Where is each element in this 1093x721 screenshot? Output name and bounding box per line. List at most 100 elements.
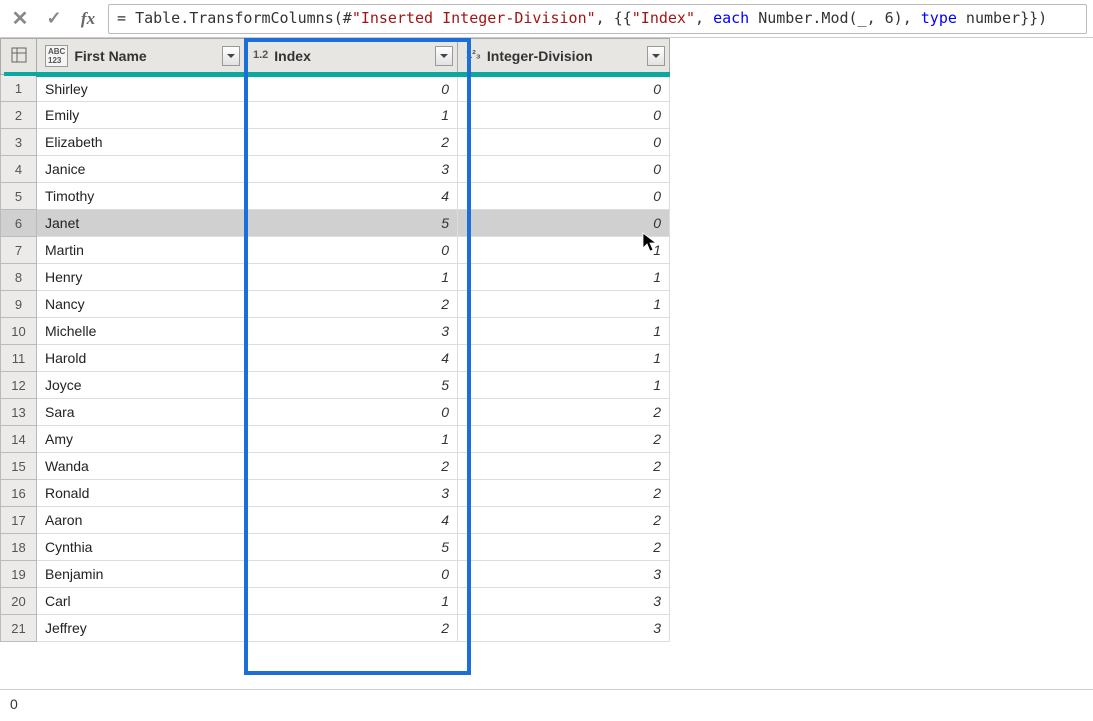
cell-index[interactable]: 3: [245, 156, 458, 183]
cell-first-name[interactable]: Timothy: [37, 183, 245, 210]
table-row[interactable]: 1Shirley00: [1, 75, 670, 102]
row-number[interactable]: 1: [1, 75, 37, 102]
confirm-icon[interactable]: ✓: [40, 5, 68, 33]
cell-index[interactable]: 5: [245, 372, 458, 399]
row-number[interactable]: 16: [1, 480, 37, 507]
cell-integer-division[interactable]: 2: [458, 507, 670, 534]
row-number[interactable]: 6: [1, 210, 37, 237]
cell-integer-division[interactable]: 0: [458, 183, 670, 210]
table-row[interactable]: 9Nancy21: [1, 291, 670, 318]
cell-index[interactable]: 1: [245, 588, 458, 615]
cell-first-name[interactable]: Janet: [37, 210, 245, 237]
table-row[interactable]: 19Benjamin03: [1, 561, 670, 588]
cell-integer-division[interactable]: 1: [458, 372, 670, 399]
cell-first-name[interactable]: Henry: [37, 264, 245, 291]
cell-integer-division[interactable]: 3: [458, 561, 670, 588]
cell-first-name[interactable]: Shirley: [37, 75, 245, 102]
row-number[interactable]: 5: [1, 183, 37, 210]
cell-index[interactable]: 2: [245, 453, 458, 480]
cell-first-name[interactable]: Jeffrey: [37, 615, 245, 642]
cell-index[interactable]: 5: [245, 210, 458, 237]
cell-index[interactable]: 2: [245, 615, 458, 642]
table-row[interactable]: 14Amy12: [1, 426, 670, 453]
table-row[interactable]: 18Cynthia52: [1, 534, 670, 561]
cell-integer-division[interactable]: 0: [458, 156, 670, 183]
cell-first-name[interactable]: Sara: [37, 399, 245, 426]
table-row[interactable]: 3Elizabeth20: [1, 129, 670, 156]
row-number[interactable]: 20: [1, 588, 37, 615]
row-number[interactable]: 13: [1, 399, 37, 426]
row-number[interactable]: 10: [1, 318, 37, 345]
cell-first-name[interactable]: Carl: [37, 588, 245, 615]
table-corner[interactable]: [1, 39, 37, 75]
row-number[interactable]: 14: [1, 426, 37, 453]
table-row[interactable]: 21Jeffrey23: [1, 615, 670, 642]
column-filter-dropdown[interactable]: [647, 46, 665, 66]
table-row[interactable]: 7Martin01: [1, 237, 670, 264]
cell-first-name[interactable]: Martin: [37, 237, 245, 264]
row-number[interactable]: 21: [1, 615, 37, 642]
cell-integer-division[interactable]: 1: [458, 318, 670, 345]
cell-index[interactable]: 1: [245, 426, 458, 453]
row-number[interactable]: 18: [1, 534, 37, 561]
column-header-index[interactable]: 1.2 Index: [245, 39, 458, 75]
cell-first-name[interactable]: Janice: [37, 156, 245, 183]
cell-index[interactable]: 0: [245, 561, 458, 588]
row-number[interactable]: 3: [1, 129, 37, 156]
cell-index[interactable]: 1: [245, 102, 458, 129]
table-row[interactable]: 5Timothy40: [1, 183, 670, 210]
table-row[interactable]: 2Emily10: [1, 102, 670, 129]
table-row[interactable]: 8Henry11: [1, 264, 670, 291]
cell-index[interactable]: 3: [245, 318, 458, 345]
row-number[interactable]: 17: [1, 507, 37, 534]
cell-integer-division[interactable]: 1: [458, 291, 670, 318]
cell-first-name[interactable]: Harold: [37, 345, 245, 372]
cell-integer-division[interactable]: 3: [458, 615, 670, 642]
cell-integer-division[interactable]: 2: [458, 426, 670, 453]
table-row[interactable]: 11Harold41: [1, 345, 670, 372]
column-filter-dropdown[interactable]: [435, 46, 453, 66]
cell-index[interactable]: 1: [245, 264, 458, 291]
cell-integer-division[interactable]: 3: [458, 588, 670, 615]
formula-input[interactable]: = Table.TransformColumns(#"Inserted Inte…: [108, 4, 1087, 34]
row-number[interactable]: 19: [1, 561, 37, 588]
column-header-integer-division[interactable]: 1²₃ Integer-Division: [458, 39, 670, 75]
cell-index[interactable]: 2: [245, 129, 458, 156]
row-number[interactable]: 11: [1, 345, 37, 372]
cell-first-name[interactable]: Cynthia: [37, 534, 245, 561]
cell-integer-division[interactable]: 0: [458, 102, 670, 129]
row-number[interactable]: 9: [1, 291, 37, 318]
cell-index[interactable]: 0: [245, 75, 458, 102]
cell-integer-division[interactable]: 2: [458, 480, 670, 507]
row-number[interactable]: 8: [1, 264, 37, 291]
cell-integer-division[interactable]: 2: [458, 534, 670, 561]
row-number[interactable]: 4: [1, 156, 37, 183]
table-row[interactable]: 4Janice30: [1, 156, 670, 183]
cell-index[interactable]: 4: [245, 345, 458, 372]
cell-first-name[interactable]: Amy: [37, 426, 245, 453]
cell-first-name[interactable]: Elizabeth: [37, 129, 245, 156]
cell-first-name[interactable]: Joyce: [37, 372, 245, 399]
cell-index[interactable]: 0: [245, 237, 458, 264]
cell-integer-division[interactable]: 1: [458, 345, 670, 372]
row-number[interactable]: 12: [1, 372, 37, 399]
cell-integer-division[interactable]: 1: [458, 264, 670, 291]
cell-first-name[interactable]: Ronald: [37, 480, 245, 507]
table-row[interactable]: 15Wanda22: [1, 453, 670, 480]
row-number[interactable]: 7: [1, 237, 37, 264]
cell-integer-division[interactable]: 0: [458, 75, 670, 102]
cell-index[interactable]: 4: [245, 183, 458, 210]
cancel-icon[interactable]: ✕: [6, 5, 34, 33]
table-row[interactable]: 20Carl13: [1, 588, 670, 615]
column-filter-dropdown[interactable]: [222, 46, 240, 66]
cell-first-name[interactable]: Wanda: [37, 453, 245, 480]
row-number[interactable]: 2: [1, 102, 37, 129]
fx-icon[interactable]: fx: [74, 5, 102, 33]
cell-index[interactable]: 5: [245, 534, 458, 561]
cell-integer-division[interactable]: 2: [458, 453, 670, 480]
cell-index[interactable]: 2: [245, 291, 458, 318]
cell-integer-division[interactable]: 1: [458, 237, 670, 264]
cell-first-name[interactable]: Benjamin: [37, 561, 245, 588]
cell-index[interactable]: 0: [245, 399, 458, 426]
cell-index[interactable]: 3: [245, 480, 458, 507]
